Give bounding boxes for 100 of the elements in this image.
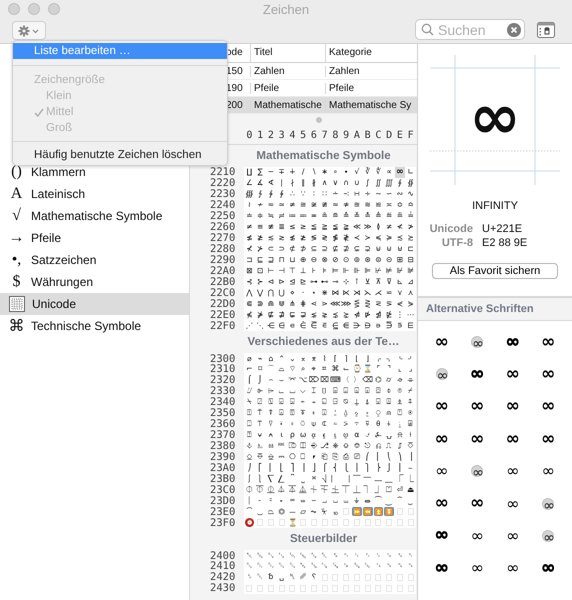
font-variant[interactable]: ∞ bbox=[470, 560, 484, 576]
column-header[interactable]: Titel bbox=[250, 44, 325, 62]
font-variant[interactable]: ∞ bbox=[542, 463, 555, 480]
column-label: 9 bbox=[342, 130, 350, 140]
font-variant[interactable]: ∞ bbox=[471, 465, 484, 478]
row-label: 23D0 bbox=[210, 496, 236, 506]
close-button[interactable] bbox=[8, 3, 20, 15]
row-label: 22F0 bbox=[210, 320, 236, 331]
font-variant[interactable]: ∞ bbox=[434, 430, 449, 448]
sidebar-item[interactable]: → Pfeile bbox=[0, 227, 189, 249]
font-variant[interactable]: ∞ bbox=[434, 398, 449, 416]
font-variant[interactable]: ∞ bbox=[541, 430, 556, 448]
row-label: 22D0 bbox=[210, 298, 236, 309]
font-variant[interactable]: ∞ bbox=[435, 463, 448, 480]
settings-menu-button[interactable] bbox=[12, 21, 46, 40]
font-variant[interactable]: ∞ bbox=[541, 398, 556, 416]
search-field[interactable]: Suchen bbox=[415, 19, 525, 40]
glyph-icon: $ bbox=[8, 273, 25, 291]
font-variant[interactable]: ∞ bbox=[434, 495, 449, 512]
window-title: Zeichen bbox=[262, 2, 310, 16]
checkmark-icon bbox=[34, 108, 44, 117]
info-label: Unicode bbox=[428, 223, 473, 235]
character-preview: ∞ bbox=[469, 86, 521, 148]
row-label: 23A0 bbox=[210, 462, 236, 473]
minimize-button[interactable] bbox=[28, 3, 40, 15]
sidebar-item[interactable]: Unicode bbox=[0, 293, 189, 315]
font-variant[interactable]: ∞ bbox=[470, 528, 484, 544]
info-value: U+221E bbox=[482, 223, 522, 235]
column-label: 1 bbox=[256, 130, 264, 140]
search-input[interactable]: Suchen bbox=[438, 22, 503, 38]
keyboard-viewer-icon[interactable] bbox=[537, 22, 555, 38]
sidebar-item[interactable]: •, Satzzeichen bbox=[0, 249, 189, 271]
font-variant[interactable]: ∞ bbox=[470, 430, 484, 448]
row-label: 2260 bbox=[210, 222, 236, 232]
font-variant[interactable]: ∞ bbox=[470, 366, 484, 383]
row-label: 22A0 bbox=[210, 266, 236, 276]
menu-item[interactable]: Häufig benutzte Zeichen löschen bbox=[13, 147, 227, 163]
row-label: 2380 bbox=[210, 441, 236, 452]
font-variant[interactable]: ∞ bbox=[506, 496, 520, 512]
table-cell: Zahlen bbox=[250, 66, 325, 76]
font-variant[interactable]: ∞ bbox=[506, 528, 520, 544]
row-label: 22E0 bbox=[210, 310, 236, 320]
column-label: D bbox=[385, 130, 394, 140]
font-variant[interactable]: ∞ bbox=[506, 334, 520, 351]
font-variant[interactable]: ∞ bbox=[470, 398, 484, 416]
row-label: 23E0 bbox=[210, 506, 236, 517]
column-label: F bbox=[406, 130, 415, 140]
font-variant[interactable]: ∞ bbox=[506, 398, 520, 416]
font-variant[interactable]: ∞ bbox=[434, 527, 449, 544]
sidebar-item[interactable]: √ Mathematische Symbole bbox=[0, 205, 189, 227]
sidebar-item[interactable]: A Lateinisch bbox=[0, 183, 189, 205]
row-label: 2330 bbox=[210, 386, 236, 396]
row-label: 2320 bbox=[210, 375, 236, 386]
column-label: 8 bbox=[331, 130, 340, 140]
font-variant[interactable]: ∞ bbox=[506, 430, 520, 448]
gear-icon bbox=[18, 24, 40, 36]
row-label: 2400 bbox=[210, 550, 236, 561]
table-cell: Pfeile bbox=[250, 82, 325, 94]
font-variant[interactable]: ∞ bbox=[542, 498, 554, 510]
font-variant[interactable]: ∞ bbox=[506, 560, 520, 576]
font-variant[interactable]: ∞ bbox=[436, 368, 448, 380]
glyph-icon: √ bbox=[8, 207, 25, 225]
font-variant[interactable]: ∞ bbox=[434, 560, 449, 577]
font-variant[interactable]: ∞ bbox=[542, 530, 554, 542]
favorite-button[interactable]: Als Favorit sichern bbox=[432, 263, 558, 279]
font-variant[interactable]: ∞ bbox=[471, 336, 484, 348]
row-label: 22B0 bbox=[210, 276, 236, 287]
row-label: 2240 bbox=[210, 200, 236, 210]
font-variant[interactable]: ∞ bbox=[470, 495, 484, 512]
table-cell-text: 190 bbox=[225, 82, 244, 94]
sidebar-item[interactable]: $ Währungen bbox=[0, 271, 189, 293]
font-variant[interactable]: ∞ bbox=[541, 334, 556, 351]
column-label: 2 bbox=[266, 130, 275, 140]
row-label: 2340 bbox=[210, 397, 236, 408]
font-variant[interactable]: ∞ bbox=[506, 366, 520, 383]
sidebar-item[interactable]: ⌘ Technische Symbole bbox=[0, 315, 189, 337]
splitter-handle[interactable] bbox=[316, 117, 322, 123]
font-variant[interactable]: ∞ bbox=[541, 366, 556, 383]
row-label: 2290 bbox=[210, 254, 236, 265]
glyph-icon: → bbox=[8, 229, 25, 247]
row-label: 2230 bbox=[210, 189, 236, 200]
row-label: 2420 bbox=[210, 572, 236, 582]
row-label: 23B0 bbox=[210, 474, 236, 484]
clear-icon[interactable] bbox=[507, 22, 521, 36]
table-cell-text: 150 bbox=[225, 66, 244, 76]
row-label: 23F0 bbox=[210, 518, 236, 528]
row-label: 2390 bbox=[210, 452, 236, 462]
font-variant[interactable]: ∞ bbox=[541, 560, 556, 577]
zoom-button[interactable] bbox=[48, 3, 60, 15]
section-title: Steuerbilder bbox=[290, 533, 358, 546]
grid-icon bbox=[9, 296, 25, 312]
glyph-icon: ⌘ bbox=[8, 316, 25, 336]
column-label: A bbox=[352, 130, 361, 140]
font-variant[interactable]: ∞ bbox=[434, 334, 449, 351]
font-variant[interactable]: ∞ bbox=[506, 463, 520, 480]
section-title: Alternative Schriften bbox=[426, 303, 534, 315]
section-title: Verschiedenes aus der Te… bbox=[248, 336, 400, 348]
symbol-cell[interactable]: ∞ bbox=[394, 167, 406, 178]
glyph-icon: •, bbox=[8, 251, 25, 269]
row-label: 23C0 bbox=[210, 484, 236, 495]
